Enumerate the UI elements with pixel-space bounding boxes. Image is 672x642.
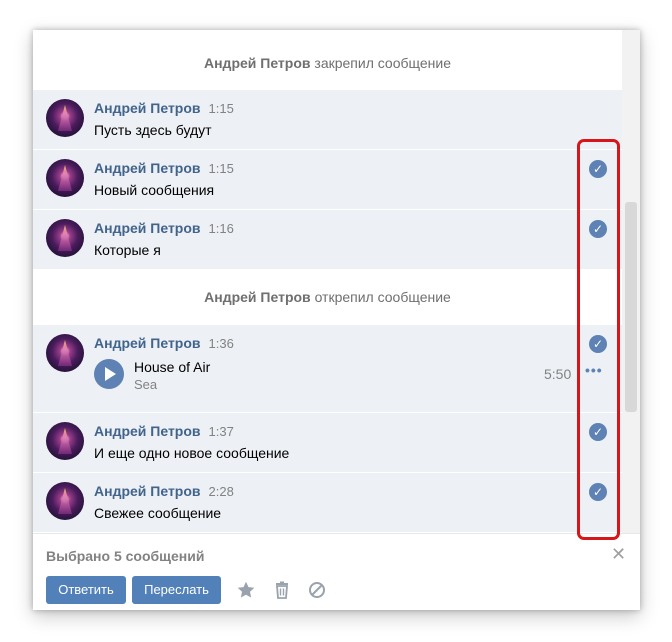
scrollbar-track[interactable] [622,30,640,533]
message-row-audio[interactable]: Андрей Петров 1:36 House of Air Sea 5:50 … [33,325,622,413]
avatar[interactable] [46,159,84,197]
message-author[interactable]: Андрей Петров 1:37 [94,423,234,439]
selection-footer: Выбрано 5 сообщений ✕ Ответить Переслать [33,533,640,610]
author-name[interactable]: Андрей Петров [94,220,201,236]
audio-artist[interactable]: Sea [134,377,157,392]
trash-icon[interactable] [272,580,292,600]
message-author[interactable]: Андрей Петров 1:16 [94,220,234,236]
avatar[interactable] [46,219,84,257]
forward-button[interactable]: Переслать [132,576,221,604]
scrollbar-thumb[interactable] [625,202,637,412]
message-time: 2:28 [208,484,234,499]
author-name[interactable]: Андрей Петров [94,423,201,439]
selected-check-icon[interactable]: ✓ [589,220,607,238]
selected-check-icon[interactable]: ✓ [589,335,607,353]
audio-title: House of Air [134,359,211,375]
service-actor: Андрей Петров [204,289,311,305]
selected-count: Выбрано 5 сообщений [46,548,205,564]
block-icon[interactable] [307,580,327,600]
message-author[interactable]: Андрей Петров 1:15 [94,160,234,176]
author-name[interactable]: Андрей Петров [94,483,201,499]
message-row[interactable]: Андрей Петров 1:15 Пусть здесь будут [33,90,622,150]
service-message-unpinned: Андрей Петров открепил сообщение [33,268,622,326]
message-row[interactable]: Андрей Петров 1:37 И еще одно новое сообщ… [33,413,622,473]
message-time: 1:36 [208,336,234,351]
message-row[interactable]: Андрей Петров 1:16 Которые я ✓ [33,210,622,270]
message-row[interactable]: Андрей Петров 2:28 Свежее сообщение ✓ [33,473,622,533]
message-text: Пусть здесь будут [94,122,212,138]
chat-panel: Андрей Петров закрепил сообщение Андрей … [33,30,640,610]
selected-check-icon[interactable]: ✓ [589,160,607,178]
message-text: Новый сообщения [94,182,215,198]
message-text: Которые я [94,242,161,258]
more-actions-icon[interactable]: ••• [585,362,603,378]
play-icon[interactable] [94,359,124,389]
message-time: 1:15 [208,101,234,116]
service-action: открепил сообщение [314,289,451,305]
author-name[interactable]: Андрей Петров [94,335,201,351]
message-row[interactable]: Андрей Петров 1:15 Новый сообщения ✓ [33,150,622,210]
message-text: И еще одно новое сообщение [94,445,290,461]
avatar[interactable] [46,99,84,137]
service-action: закрепил сообщение [314,55,452,71]
star-icon[interactable] [236,580,256,600]
service-actor: Андрей Петров [203,55,311,71]
selected-check-icon[interactable]: ✓ [589,483,607,501]
message-author[interactable]: Андрей Петров 1:36 [94,335,234,351]
avatar[interactable] [46,482,84,520]
audio-attachment[interactable]: House of Air Sea 5:50 ••• [94,359,614,393]
avatar[interactable] [46,422,84,460]
message-text: Свежее сообщение [94,505,222,521]
avatar[interactable] [46,334,84,372]
close-icon[interactable]: ✕ [611,544,626,565]
audio-duration: 5:50 [544,366,572,382]
message-time: 1:37 [208,424,234,439]
selected-check-icon[interactable]: ✓ [589,423,607,441]
reply-button[interactable]: Ответить [46,576,126,604]
author-name[interactable]: Андрей Петров [94,100,201,116]
message-time: 1:15 [208,161,234,176]
service-message-pinned: Андрей Петров закрепил сообщение [33,34,622,92]
message-time: 1:16 [208,221,234,236]
message-author[interactable]: Андрей Петров 2:28 [94,483,234,499]
author-name[interactable]: Андрей Петров [94,160,201,176]
message-author[interactable]: Андрей Петров 1:15 [94,100,234,116]
